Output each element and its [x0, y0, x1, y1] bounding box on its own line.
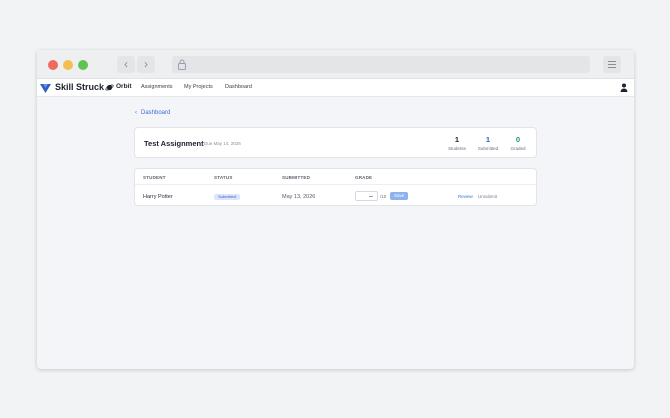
breadcrumb-label: Dashboard: [141, 110, 171, 116]
assignment-due-date: Due May 14, 2026: [204, 141, 241, 146]
stat-submitted-label: Submitted: [477, 146, 499, 151]
column-header-student: STUDENT: [143, 175, 166, 180]
minimize-window-button[interactable]: [63, 60, 73, 70]
grade-input[interactable]: [355, 191, 378, 201]
stat-graded: 0 Graded: [503, 135, 533, 152]
grade-placeholder-dash: [369, 196, 373, 197]
nav-link-dashboard[interactable]: Dashboard: [225, 84, 252, 90]
hamburger-menu-icon[interactable]: [603, 56, 621, 73]
unsubmit-link[interactable]: Unsubmit: [478, 194, 497, 199]
column-header-submitted: SUBMITTED: [282, 175, 311, 180]
chevron-left-icon: ‹: [135, 110, 137, 116]
nav-link-assignments[interactable]: Assignments: [141, 84, 173, 90]
submissions-table: STUDENT STATUS SUBMITTED GRADE Harry Pot…: [134, 168, 537, 206]
orbit-icon: [105, 84, 114, 91]
user-icon[interactable]: [620, 83, 628, 92]
stat-submitted: 1 Submitted: [473, 135, 503, 152]
stat-graded-value: 0: [515, 135, 521, 144]
assignment-summary-card: Test Assignment Due May 14, 2026 1 Stude…: [134, 127, 537, 158]
column-header-grade: GRADE: [355, 175, 373, 180]
close-window-button[interactable]: [48, 60, 58, 70]
breadcrumb-back-link[interactable]: ‹ Dashboard: [135, 110, 170, 116]
review-link[interactable]: Review: [458, 194, 473, 199]
stat-students-value: 1: [454, 135, 460, 144]
stat-students-label: Students: [448, 146, 466, 151]
save-grade-button[interactable]: Save: [390, 192, 409, 200]
student-name: Harry Potter: [143, 194, 173, 200]
grade-out-of: /10: [380, 194, 387, 199]
stat-submitted-value: 1: [485, 135, 491, 144]
stat-students: 1 Students: [442, 135, 472, 152]
chevron-right-icon[interactable]: ›: [137, 56, 155, 73]
product-name[interactable]: Orbit: [116, 83, 132, 90]
table-header-divider: [135, 184, 536, 185]
browser-window: ‹ › Skill Struck Orbit Assignments My Pr…: [37, 50, 634, 369]
maximize-window-button[interactable]: [78, 60, 88, 70]
brand-name[interactable]: Skill Struck: [55, 82, 104, 92]
nav-link-my-projects[interactable]: My Projects: [184, 84, 213, 90]
assignment-title: Test Assignment: [144, 139, 204, 148]
lock-icon: [178, 59, 186, 70]
stat-graded-label: Graded: [510, 146, 526, 151]
app-navbar: Skill Struck Orbit Assignments My Projec…: [37, 79, 634, 97]
column-header-status: STATUS: [214, 175, 233, 180]
address-bar[interactable]: [172, 56, 590, 73]
chevron-left-icon[interactable]: ‹: [117, 56, 135, 73]
skill-struck-logo-icon[interactable]: [40, 83, 51, 94]
status-badge: Submitted: [214, 194, 241, 200]
submitted-date: May 13, 2026: [282, 194, 316, 200]
browser-titlebar: ‹ ›: [37, 50, 634, 79]
